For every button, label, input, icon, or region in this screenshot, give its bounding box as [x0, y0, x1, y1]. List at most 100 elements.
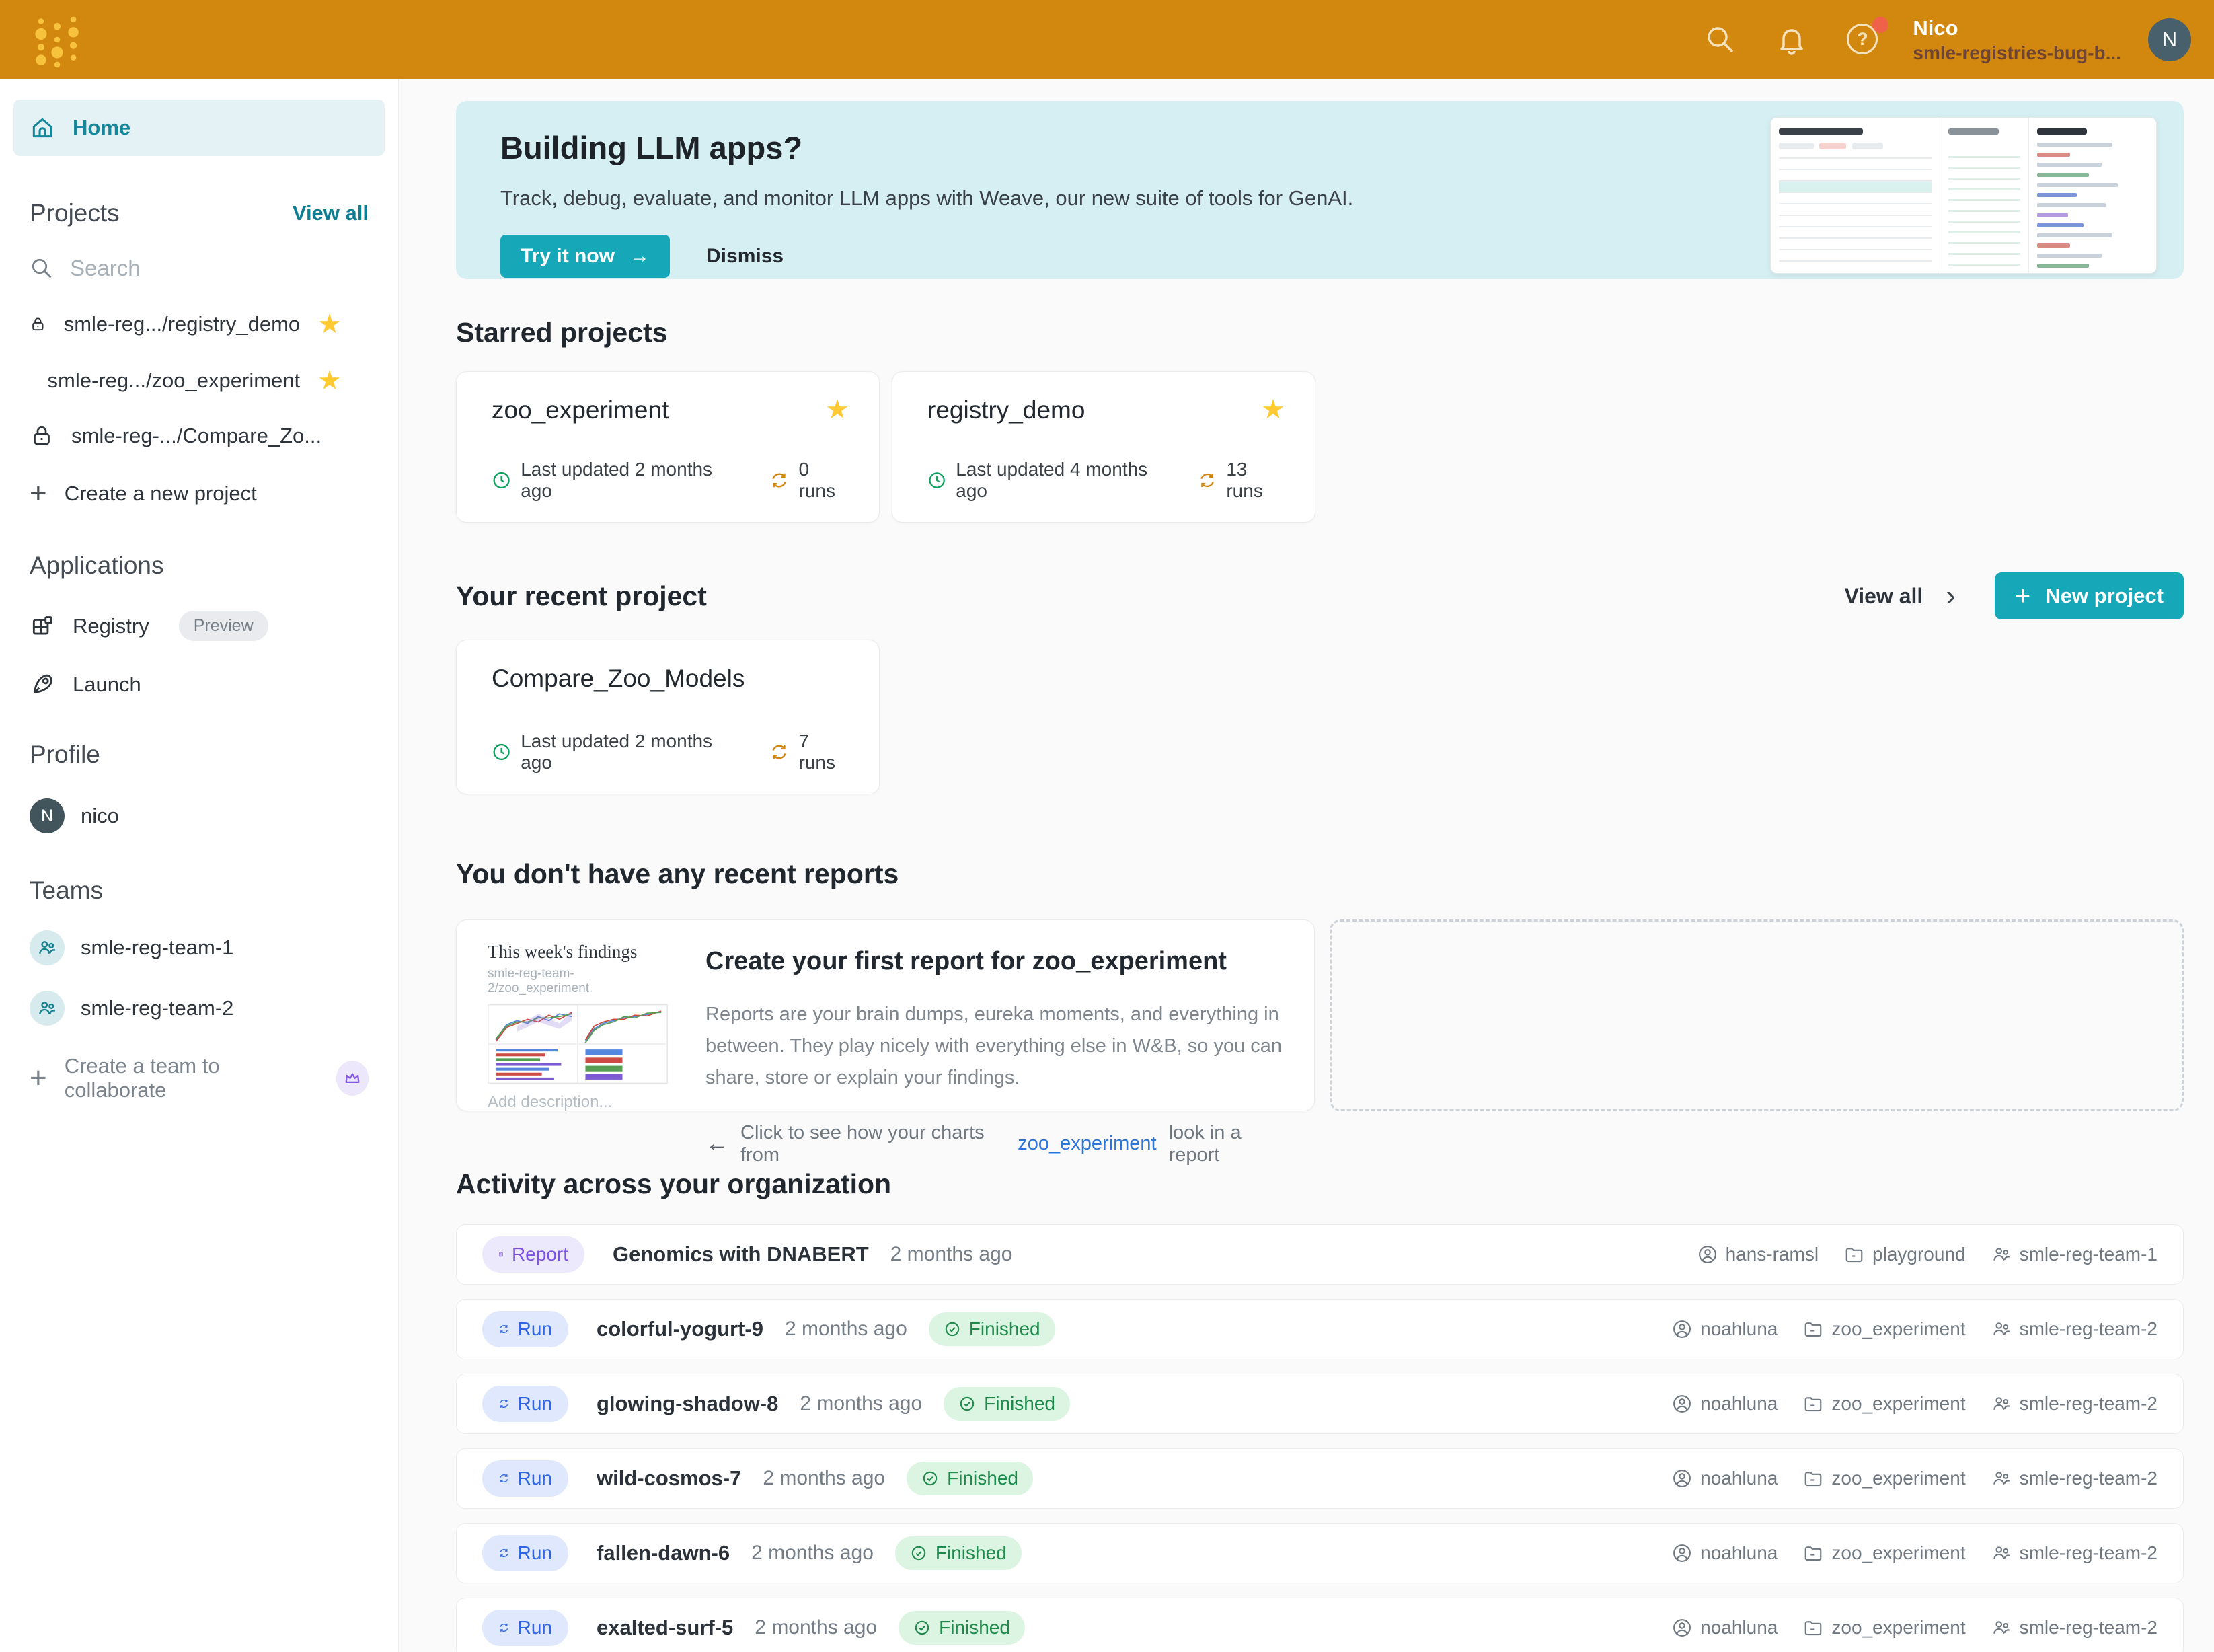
dismiss-button[interactable]: Dismiss [706, 245, 784, 268]
status-label: Finished [984, 1393, 1055, 1415]
user-org-name: smle-registries-bug-b... [1913, 44, 2121, 63]
create-new-project-button[interactable]: + Create a new project [13, 479, 385, 509]
home-label: Home [73, 116, 130, 140]
runs-icon [769, 470, 789, 490]
sidebar-project-zoo-experiment[interactable]: smle-reg.../zoo_experiment ★ [13, 367, 385, 394]
last-updated-text: Last updated 2 months ago [521, 459, 742, 502]
create-team-label: Create a team to collaborate [65, 1054, 309, 1102]
create-report-card[interactable]: This week's findings smle-reg-team-2/zoo… [456, 919, 1315, 1111]
reports-heading: You don't have any recent reports [456, 858, 2184, 890]
zoo-experiment-link[interactable]: zoo_experiment [1018, 1133, 1156, 1155]
registry-icon [30, 613, 55, 639]
project-card-compare-zoo-models[interactable]: Compare_Zoo_Models Last updated 2 months… [456, 640, 880, 794]
activity-row-run[interactable]: Run glowing-shadow-8 2 months ago Finish… [456, 1374, 2184, 1434]
run-sync-icon [498, 1544, 510, 1562]
profile-heading: Profile [30, 741, 100, 769]
activity-project: zoo_experiment [1831, 1617, 1965, 1639]
team-icon [1991, 1319, 2012, 1339]
sidebar-item-launch[interactable]: Launch [13, 672, 385, 698]
sidebar-item-registry[interactable]: Registry Preview [13, 611, 385, 641]
new-project-button[interactable]: + New project [1995, 572, 2184, 620]
activity-name: exalted-surf-5 [597, 1616, 733, 1640]
activity-team: smle-reg-team-2 [2020, 1393, 2158, 1415]
rocket-icon [30, 672, 55, 698]
activity-row-report[interactable]: Report Genomics with DNABERT 2 months ag… [456, 1224, 2184, 1285]
lock-icon [30, 424, 54, 448]
projects-view-all-link[interactable]: View all [293, 201, 369, 225]
search-input[interactable] [70, 256, 326, 281]
team-icon [1991, 1618, 2012, 1638]
search-icon[interactable] [1704, 24, 1736, 56]
create-report-title: Create your first report for zoo_experim… [705, 947, 1287, 976]
wandb-logo-icon[interactable] [28, 11, 86, 69]
star-icon[interactable]: ★ [317, 367, 342, 394]
team-icon [1991, 1244, 2012, 1265]
sidebar-project-registry-demo[interactable]: smle-reg.../registry_demo ★ [13, 311, 385, 338]
weave-screenshot-code [2029, 118, 2156, 273]
report-link-prefix: Click to see how your charts from [740, 1122, 1005, 1166]
report-link-suffix: look in a report [1169, 1122, 1287, 1166]
project-card-registry-demo[interactable]: registry_demo ★ Last updated 4 months ag… [892, 371, 1315, 523]
activity-team: smle-reg-team-2 [2020, 1617, 2158, 1639]
bar-chart-thumb [578, 1045, 666, 1082]
folder-icon [1803, 1319, 1823, 1339]
chevron-right-icon: › [1946, 584, 1956, 607]
team-people-icon [37, 998, 57, 1018]
create-team-button[interactable]: + Create a team to collaborate [13, 1054, 385, 1102]
activity-project: zoo_experiment [1831, 1468, 1965, 1489]
star-icon[interactable]: ★ [317, 311, 342, 338]
runs-count-text: 7 runs [798, 730, 849, 774]
activity-row-run[interactable]: Run exalted-surf-5 2 months ago Finished… [456, 1598, 2184, 1652]
badge-label: Run [518, 1542, 552, 1564]
team-icon [1991, 1468, 2012, 1489]
help-icon[interactable]: ? [1847, 24, 1879, 56]
sidebar-item-profile-nico[interactable]: N nico [13, 798, 385, 833]
status-label: Finished [947, 1468, 1018, 1489]
sidebar-item-team-2[interactable]: smle-reg-team-2 [13, 991, 385, 1026]
sidebar-item-home[interactable]: Home [13, 100, 385, 156]
team-avatar [30, 930, 65, 965]
user-avatar[interactable]: N [2148, 18, 2191, 61]
project-card-zoo-experiment[interactable]: zoo_experiment ★ Last updated 2 months a… [456, 371, 880, 523]
last-updated-text: Last updated 2 months ago [521, 730, 742, 774]
project-label: smle-reg.../zoo_experiment [48, 369, 301, 393]
activity-row-run[interactable]: Run wild-cosmos-7 2 months ago Finished … [456, 1448, 2184, 1509]
runs-icon [769, 742, 789, 762]
sidebar-project-compare-zoo[interactable]: smle-reg-.../Compare_Zo... [13, 424, 385, 448]
user-menu[interactable]: Nico smle-registries-bug-b... [1913, 17, 2121, 63]
status-badge-finished: Finished [895, 1536, 1022, 1570]
projects-section-header: Projects View all [13, 199, 385, 227]
folder-icon [1844, 1244, 1864, 1265]
activity-name: Genomics with DNABERT [613, 1242, 869, 1267]
recent-project-heading: Your recent project [456, 580, 707, 612]
recent-view-all-link[interactable]: View all › [1844, 584, 1955, 609]
check-circle-icon [910, 1544, 927, 1562]
runs-count-text: 0 runs [798, 459, 849, 502]
run-sync-icon [498, 1619, 510, 1637]
folder-icon [1803, 1618, 1823, 1638]
star-icon[interactable]: ★ [1261, 396, 1285, 423]
check-circle-icon [913, 1619, 931, 1637]
plus-icon: + [30, 479, 47, 509]
run-badge: Run [482, 1610, 568, 1646]
sidebar-item-team-1[interactable]: smle-reg-team-1 [13, 930, 385, 965]
run-badge: Run [482, 1386, 568, 1422]
notifications-bell-icon[interactable] [1776, 24, 1808, 56]
try-it-now-label: Try it now [521, 245, 615, 268]
activity-project: playground [1872, 1244, 1966, 1265]
try-it-now-button[interactable]: Try it now → [500, 235, 670, 278]
check-circle-icon [944, 1320, 961, 1338]
run-sync-icon [498, 1320, 510, 1338]
activity-project: zoo_experiment [1831, 1393, 1965, 1415]
activity-row-run[interactable]: Run fallen-dawn-6 2 months ago Finished … [456, 1523, 2184, 1583]
status-label: Finished [939, 1617, 1010, 1639]
star-icon[interactable]: ★ [825, 396, 849, 423]
activity-user: noahluna [1700, 1318, 1778, 1340]
activity-name: glowing-shadow-8 [597, 1392, 778, 1416]
activity-row-run[interactable]: Run colorful-yogurt-9 2 months ago Finis… [456, 1299, 2184, 1359]
starred-projects-heading: Starred projects [456, 317, 2184, 348]
status-badge-finished: Finished [899, 1611, 1025, 1645]
status-badge-finished: Finished [929, 1312, 1055, 1346]
plus-icon: + [2015, 581, 2030, 611]
report-thumb-title: This week's findings [488, 942, 668, 963]
